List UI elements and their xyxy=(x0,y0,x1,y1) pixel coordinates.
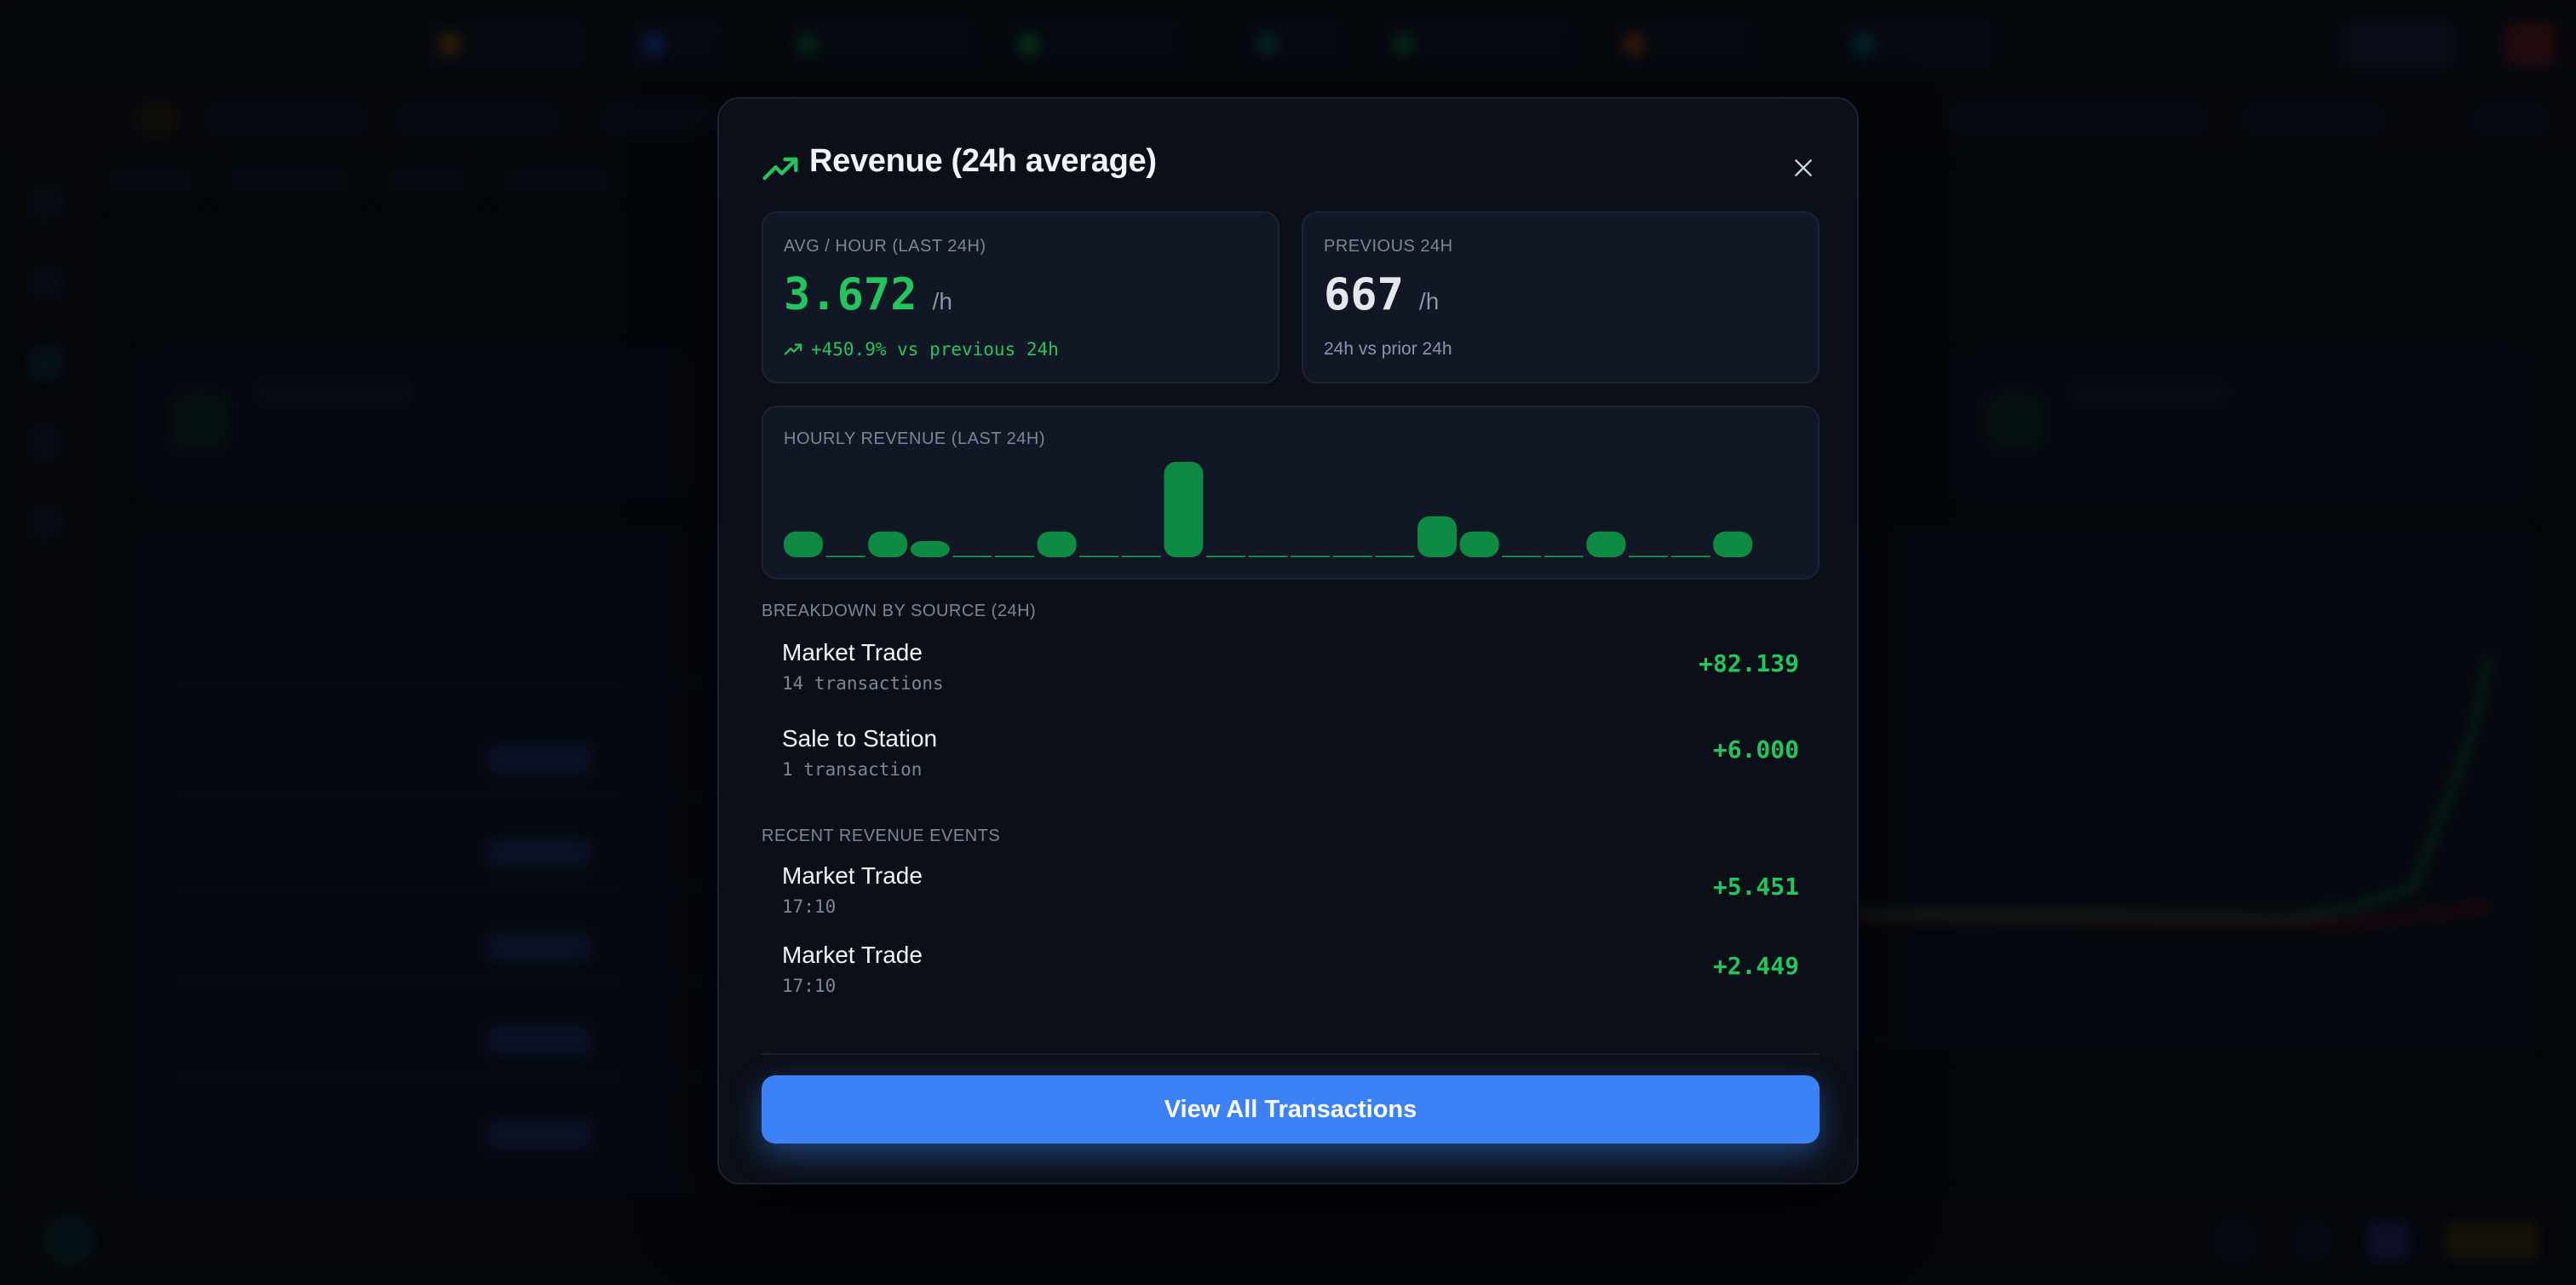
revenue-bar xyxy=(868,531,908,557)
revenue-bar-empty xyxy=(1079,556,1119,557)
avg-card-change-row: +450.9% vs previous 24h xyxy=(784,339,1059,360)
breakdown-item-title: Market Trade xyxy=(782,639,923,666)
avg-card-label: AVG / HOUR (LAST 24H) xyxy=(784,237,986,256)
close-icon xyxy=(1795,159,1812,176)
revenue-bar-empty xyxy=(1332,556,1372,557)
prev-card-unit: /h xyxy=(1418,288,1440,314)
revenue-modal: Revenue (24h average) AVG / HOUR (LAST 2… xyxy=(717,97,1859,1184)
revenue-bar xyxy=(910,540,950,557)
bar-chart-plot xyxy=(784,462,1753,557)
breakdown-item-amount: +82.139 xyxy=(1698,649,1799,677)
revenue-bar-empty xyxy=(1544,556,1584,557)
close-button[interactable] xyxy=(1782,147,1825,189)
divider xyxy=(762,1053,1820,1055)
revenue-bar-empty xyxy=(1206,556,1245,557)
recent-event-time: 17:10 xyxy=(782,976,837,996)
revenue-bar-empty xyxy=(952,556,992,557)
breakdown-item: Sale to Station 1 transaction +6.000 xyxy=(762,715,1820,792)
revenue-bar xyxy=(1037,531,1077,557)
breakdown-item-amount: +6.000 xyxy=(1712,735,1799,764)
previous-24h-card: PREVIOUS 24H 667/h 24h vs prior 24h xyxy=(1302,211,1820,383)
avg-per-hour-card: AVG / HOUR (LAST 24H) 3.672/h +450.9% vs… xyxy=(762,211,1279,383)
revenue-bar-empty xyxy=(1248,556,1288,557)
trending-up-icon xyxy=(762,157,798,181)
breakdown-item-title: Sale to Station xyxy=(782,725,938,752)
revenue-bar-empty xyxy=(1629,556,1668,557)
avg-card-value: 3.672 xyxy=(784,269,917,320)
revenue-bar xyxy=(1417,516,1457,557)
revenue-bar xyxy=(1164,462,1204,557)
modal-title: Revenue (24h average) xyxy=(809,143,1157,179)
breakdown-section-label: BREAKDOWN BY SOURCE (24H) xyxy=(762,602,1037,620)
avg-card-value-row: 3.672/h xyxy=(784,269,952,320)
revenue-bar-empty xyxy=(1291,556,1331,557)
breakdown-item-count: 14 transactions xyxy=(782,673,944,694)
chart-title: HOURLY REVENUE (LAST 24H) xyxy=(784,429,1046,448)
prev-card-foot: 24h vs prior 24h xyxy=(1324,339,1452,359)
revenue-bar-empty xyxy=(1375,556,1415,557)
recent-event-time: 17:10 xyxy=(782,896,837,917)
prev-card-label: PREVIOUS 24H xyxy=(1324,237,1453,256)
avg-card-unit: /h xyxy=(932,288,952,314)
recent-events-section-label: RECENT REVENUE EVENTS xyxy=(762,827,1001,845)
prev-card-value-row: 667/h xyxy=(1324,269,1439,320)
revenue-bar-empty xyxy=(1670,556,1711,557)
revenue-bar xyxy=(1713,531,1753,557)
recent-event-item: Market Trade 17:10 +2.449 xyxy=(762,931,1820,1008)
revenue-bar-empty xyxy=(1502,556,1542,557)
breakdown-item-count: 1 transaction xyxy=(782,759,923,780)
revenue-bar-empty xyxy=(1121,556,1161,557)
revenue-bar-empty xyxy=(825,556,865,557)
revenue-bar xyxy=(1459,531,1499,557)
revenue-bar-empty xyxy=(995,556,1034,557)
revenue-bar xyxy=(784,531,823,557)
breakdown-item: Market Trade 14 transactions +82.139 xyxy=(762,629,1820,706)
recent-event-item: Market Trade 17:10 +5.451 xyxy=(762,852,1820,929)
hourly-revenue-chart: HOURLY REVENUE (LAST 24H) xyxy=(762,406,1820,579)
trending-up-icon xyxy=(784,343,802,355)
recent-event-amount: +2.449 xyxy=(1712,952,1799,980)
recent-event-title: Market Trade xyxy=(782,862,923,889)
recent-event-amount: +5.451 xyxy=(1712,873,1799,901)
recent-event-title: Market Trade xyxy=(782,942,923,968)
view-all-transactions-button[interactable]: View All Transactions xyxy=(762,1075,1820,1144)
prev-card-value: 667 xyxy=(1324,269,1404,320)
avg-card-change: +450.9% vs previous 24h xyxy=(811,339,1059,360)
revenue-bar xyxy=(1586,531,1626,557)
